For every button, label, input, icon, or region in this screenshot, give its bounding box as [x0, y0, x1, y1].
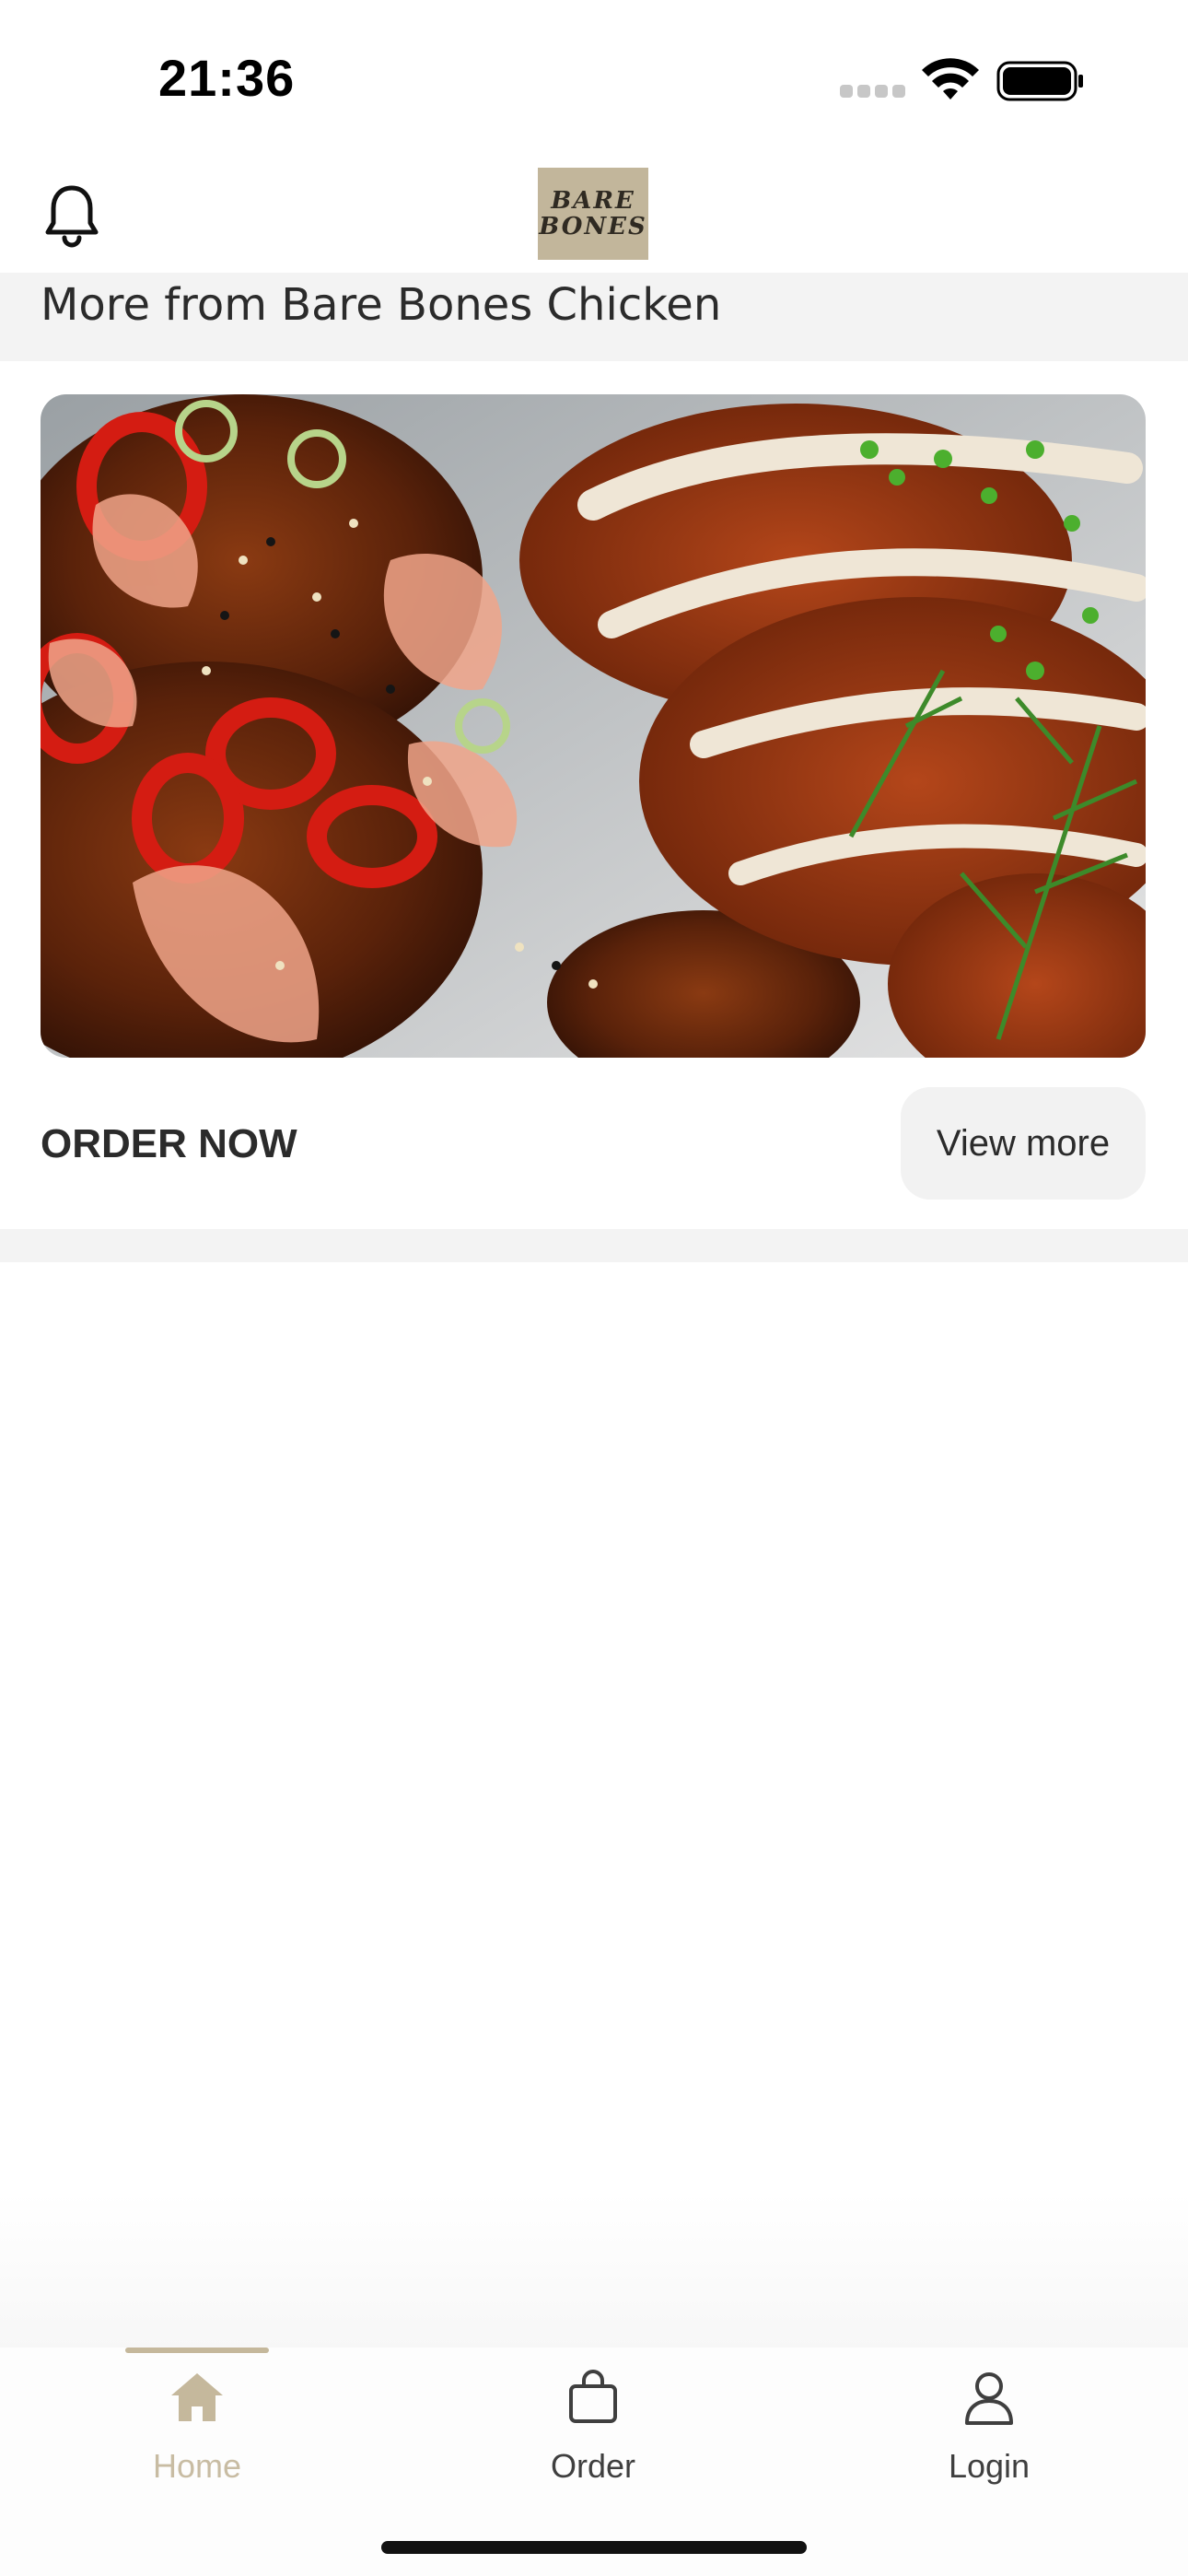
- order-now-label[interactable]: ORDER NOW: [41, 1117, 297, 1172]
- promo-food-image[interactable]: [41, 394, 1146, 1058]
- section-header: More from Bare Bones Chicken: [0, 273, 1188, 361]
- tab-login[interactable]: Login: [851, 2348, 1127, 2513]
- status-bar: 21:36: [0, 0, 1188, 157]
- bell-icon[interactable]: [42, 182, 101, 249]
- status-time: 21:36: [158, 49, 296, 107]
- app-header: BARE BONES: [0, 157, 1188, 273]
- battery-icon: [996, 61, 1083, 101]
- app-screen: 21:36 BARE BONES More from Bare Bones Ch…: [0, 0, 1188, 2576]
- home-icon: [171, 2373, 223, 2421]
- home-indicator[interactable]: [381, 2541, 807, 2554]
- tab-home-label: Home: [152, 2447, 242, 2485]
- view-more-button[interactable]: View more: [901, 1087, 1146, 1200]
- cellular-signal-icon: [840, 85, 906, 98]
- tab-order[interactable]: Order: [455, 2348, 731, 2513]
- logo-line-1: BARE: [551, 187, 635, 215]
- section-divider: [0, 1229, 1188, 1262]
- logo-line-2: BONES: [539, 213, 647, 240]
- wifi-icon: [922, 58, 979, 100]
- user-icon: [965, 2372, 1013, 2425]
- promo-card: ORDER NOW View more: [0, 361, 1188, 1229]
- brand-logo[interactable]: BARE BONES: [538, 168, 648, 260]
- tab-home[interactable]: Home: [59, 2348, 335, 2513]
- active-tab-indicator: [125, 2348, 269, 2353]
- section-title: More from Bare Bones Chicken: [41, 279, 722, 331]
- tab-bar-fade: [0, 2193, 1188, 2349]
- tab-order-label: Order: [550, 2447, 636, 2485]
- tab-login-label: Login: [948, 2447, 1031, 2485]
- shopping-bag-icon: [569, 2370, 617, 2423]
